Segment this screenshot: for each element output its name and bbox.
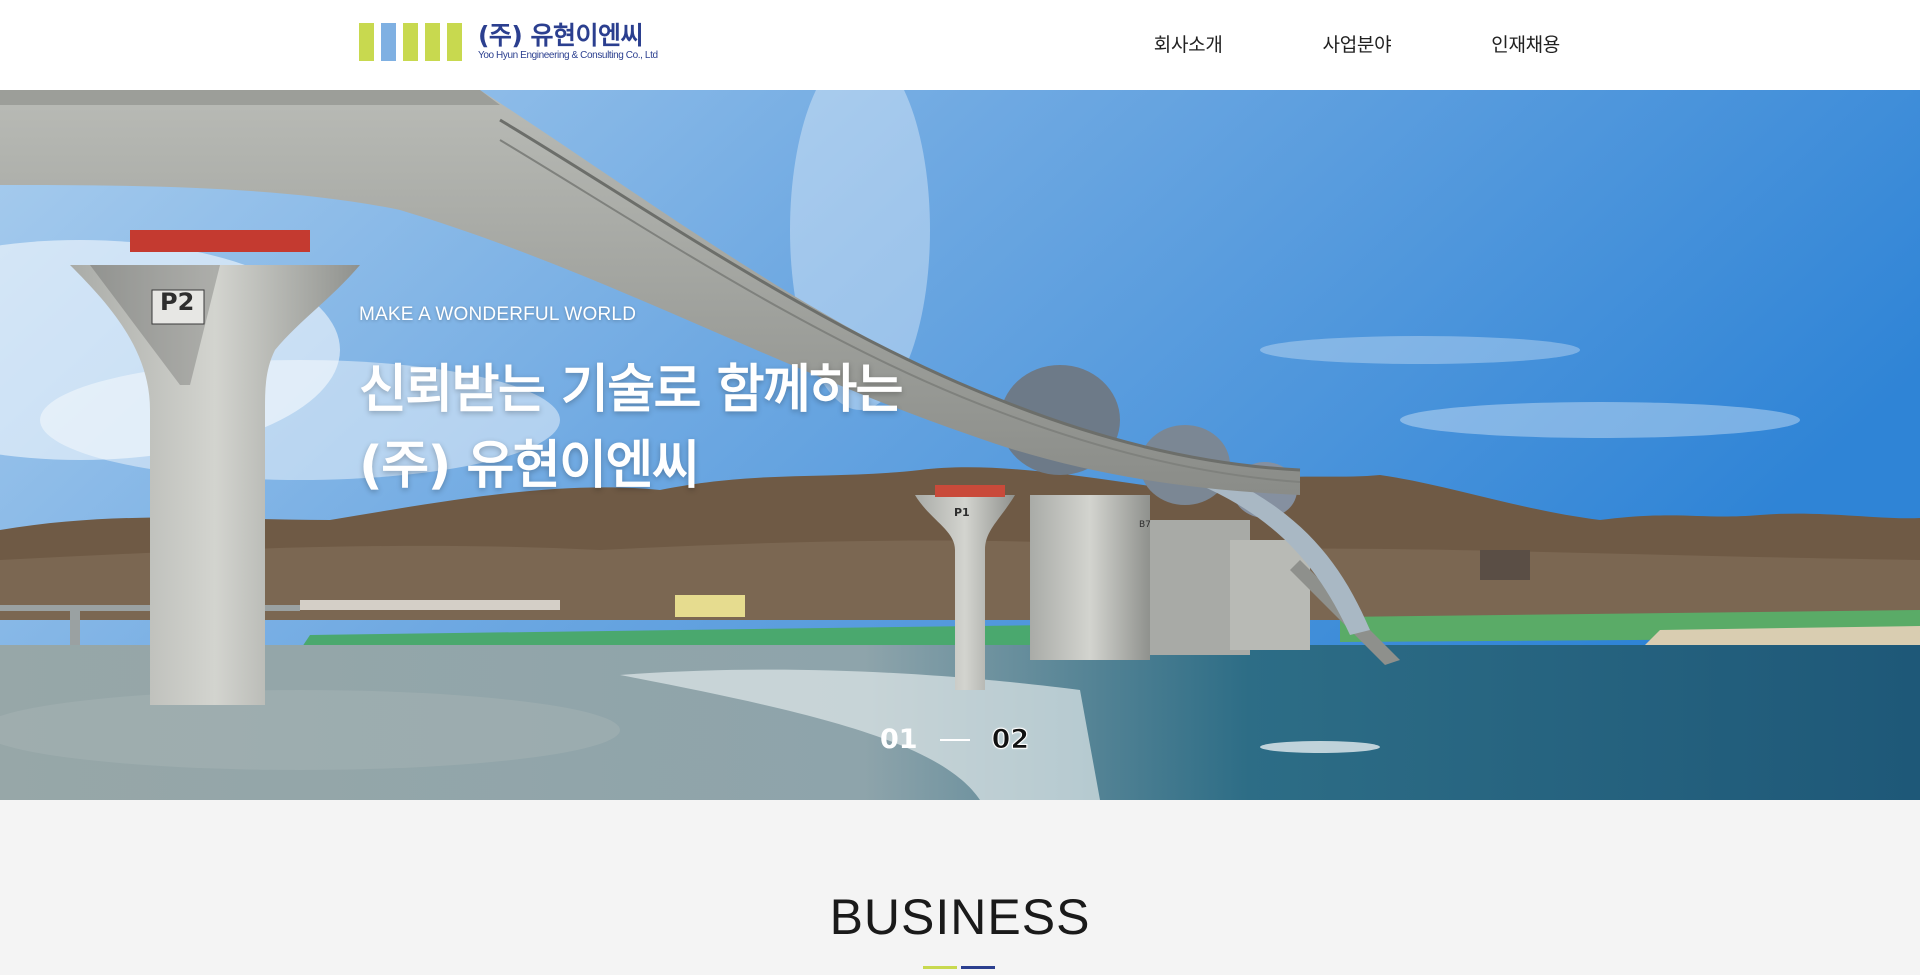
site-header: (주) 유현이엔씨 Yoo Hyun Engineering & Consult… [0, 0, 1920, 90]
gate-label-b7: B7 [1139, 520, 1151, 530]
hero-title-line1: 신뢰받는 기술로 함께하는 [359, 360, 903, 420]
hero-eyebrow: MAKE A WONDERFUL WORLD [359, 304, 637, 325]
business-section: BUSINESS [0, 800, 1920, 975]
nav-item-company[interactable]: 회사소개 [1154, 30, 1223, 57]
nav-item-business[interactable]: 사업분야 [1323, 30, 1392, 57]
hero-title-line2: (주) 유현이엔씨 [359, 436, 700, 496]
pager-current-slide[interactable]: 01 [880, 724, 918, 755]
hero-copy: MAKE A WONDERFUL WORLD 신뢰받는 기술로 함께하는 (주)… [359, 304, 903, 504]
pier-label-p2: P2 [160, 288, 195, 316]
logo-english-name: Yoo Hyun Engineering & Consulting Co., L… [478, 50, 658, 61]
company-logo[interactable]: (주) 유현이엔씨 Yoo Hyun Engineering & Consult… [359, 23, 658, 61]
nav-item-recruit[interactable]: 인재채용 [1491, 30, 1560, 57]
logo-mark-icon [359, 23, 462, 61]
business-underline [923, 966, 995, 969]
pier-label-p1: P1 [954, 506, 970, 519]
main-nav: 회사소개 사업분야 인재채용 [1154, 30, 1561, 57]
business-title: BUSINESS [829, 889, 1091, 945]
pager-next-slide[interactable]: 02 [991, 724, 1030, 756]
slide-pager: 01 02 [880, 724, 1030, 756]
hero-title: 신뢰받는 기술로 함께하는 (주) 유현이엔씨 [359, 352, 903, 504]
pager-divider [939, 738, 970, 741]
hero-slider: P2 P1 B7 MAKE A WONDERFUL WORLD 신뢰받는 기술로… [0, 90, 1920, 800]
hero-bridge-photo [0, 90, 1920, 800]
logo-korean-name: (주) 유현이엔씨 [478, 21, 644, 50]
